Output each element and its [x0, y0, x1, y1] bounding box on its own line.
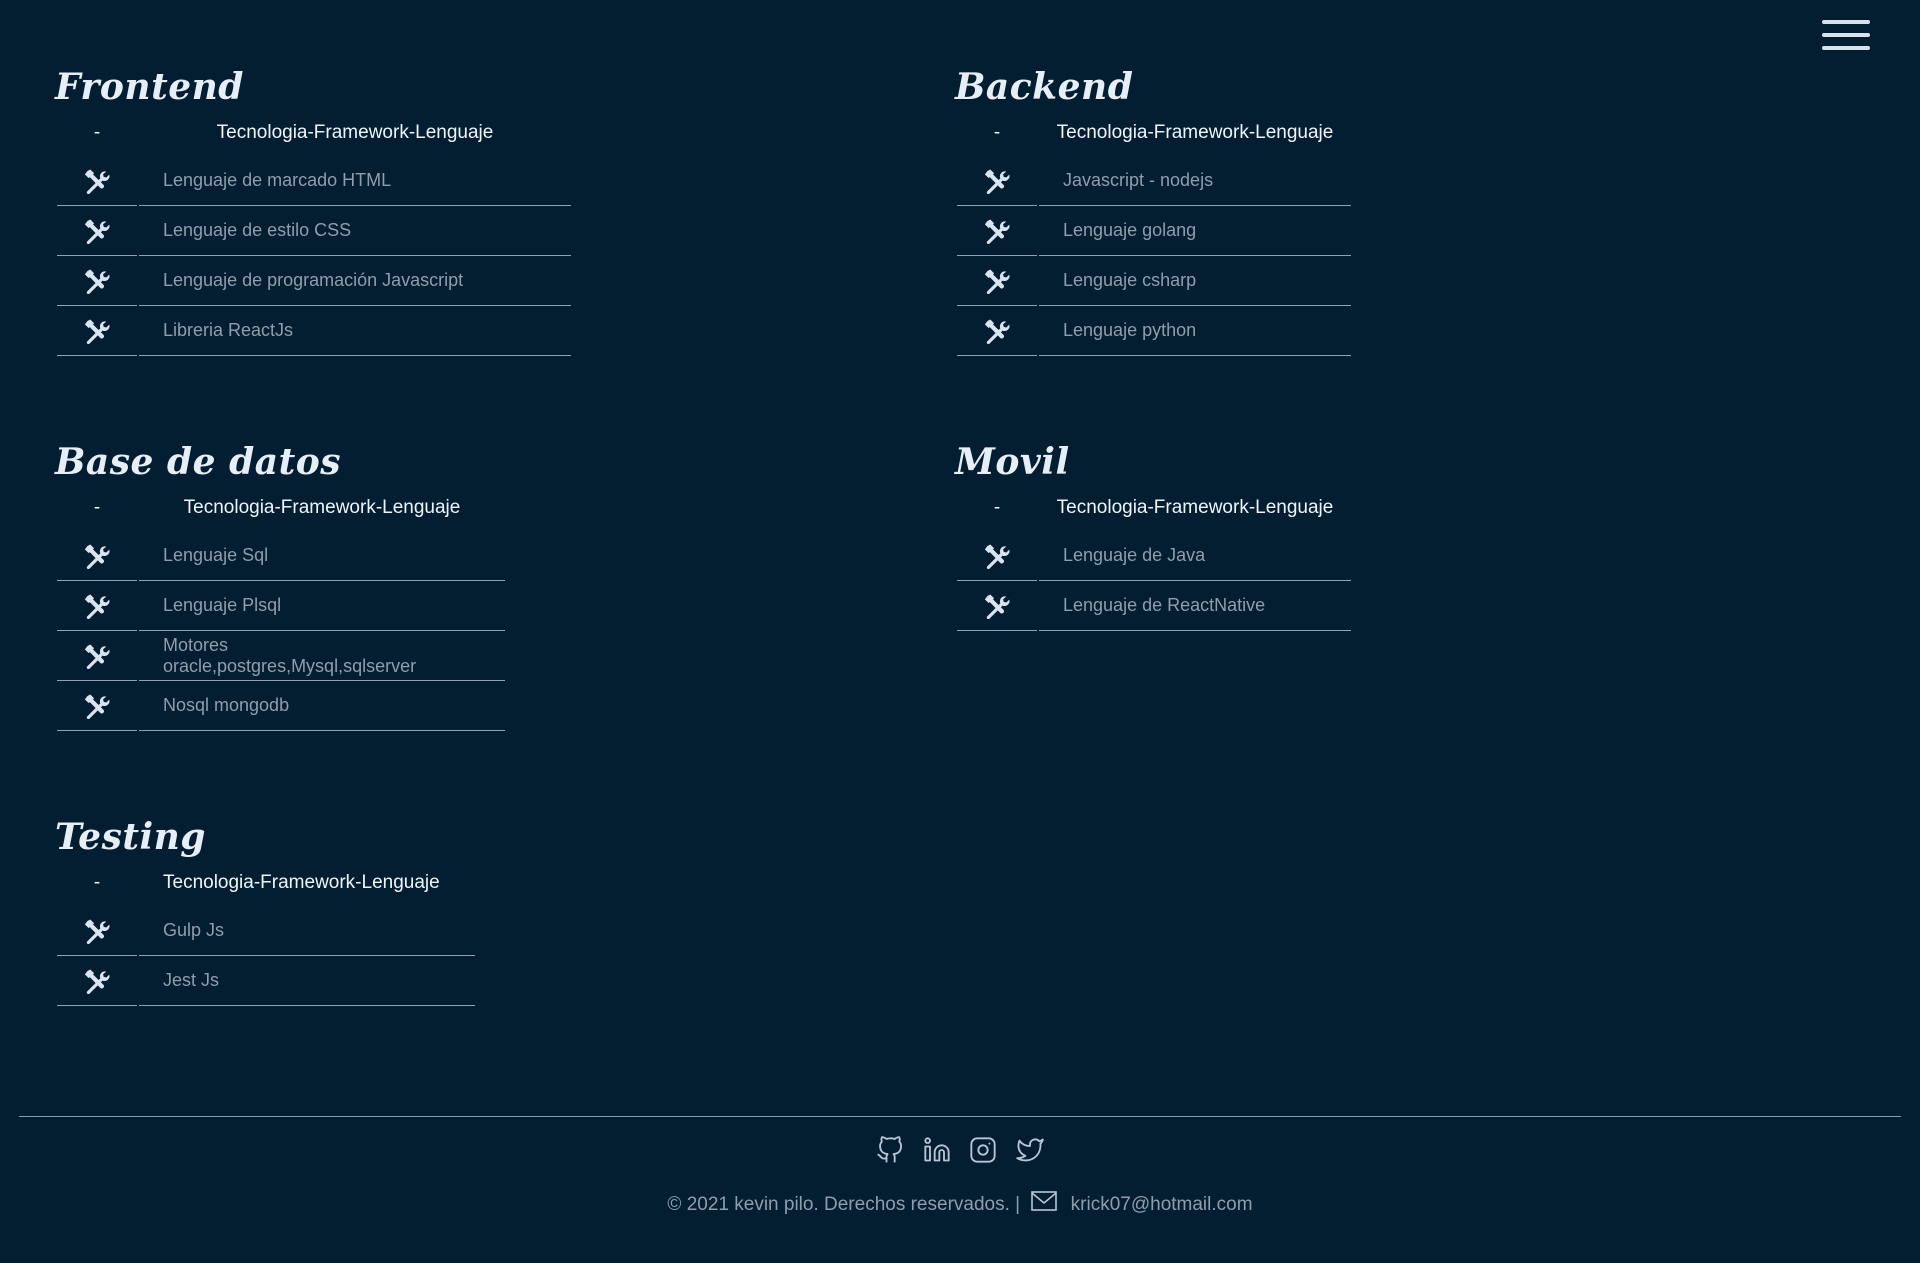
technology-name: Lenguaje de programación Javascript — [139, 256, 571, 306]
tools-icon — [57, 681, 137, 731]
technology-name: Jest Js — [139, 956, 475, 1006]
email-link[interactable]: krick07@hotmail.com — [1071, 1194, 1253, 1215]
technology-name: Lenguaje Sql — [139, 531, 505, 581]
table-row: Gulp Js — [57, 906, 475, 956]
header-technology: Tecnologia-Framework-Lenguaje — [1056, 122, 1334, 143]
header-technology: Tecnologia-Framework-Lenguaje — [183, 497, 461, 518]
footer-copyright: © 2021 kevin pilo. Derechos reservados. … — [0, 1190, 1920, 1216]
technology-name: Libreria ReactJs — [139, 306, 571, 356]
tools-icon — [57, 631, 137, 681]
technology-name: Motores oracle,postgres,Mysql,sqlserver — [139, 631, 505, 681]
technology-name: Lenguaje Plsql — [139, 581, 505, 631]
section-title-mobile: Movil — [955, 441, 1070, 483]
tools-icon — [957, 531, 1037, 581]
technology-name: Lenguaje golang — [1039, 206, 1351, 256]
menu-bar-top — [1822, 20, 1870, 24]
header-technology: Tecnologia-Framework-Lenguaje — [163, 872, 440, 893]
technology-name: Lenguaje de ReactNative — [1039, 581, 1351, 631]
tools-icon — [957, 306, 1037, 356]
section-backend: Backend - Tecnologia-Framework-Lenguaje … — [955, 66, 1353, 356]
database-table: - Tecnologia-Framework-Lenguaje Lenguaje… — [55, 495, 507, 731]
technology-name: Lenguaje de estilo CSS — [139, 206, 571, 256]
section-mobile: Movil - Tecnologia-Framework-Lenguaje Le… — [955, 441, 1353, 631]
technology-name: Lenguaje python — [1039, 306, 1351, 356]
technology-name: Javascript - nodejs — [1039, 156, 1351, 206]
header-dash: - — [93, 122, 101, 143]
technology-name: Gulp Js — [139, 906, 475, 956]
table-row: Lenguaje de marcado HTML — [57, 156, 571, 206]
hamburger-menu-icon[interactable] — [1822, 20, 1870, 54]
section-database: Base de datos - Tecnologia-Framework-Len… — [55, 441, 507, 731]
backend-table: - Tecnologia-Framework-Lenguaje Javascri… — [955, 120, 1353, 356]
footer-divider — [19, 1116, 1901, 1117]
table-row: Motores oracle,postgres,Mysql,sqlserver — [57, 631, 505, 681]
tools-icon — [957, 206, 1037, 256]
github-icon[interactable] — [876, 1136, 904, 1164]
header-technology: Tecnologia-Framework-Lenguaje — [216, 122, 494, 143]
table-row: Lenguaje csharp — [957, 256, 1351, 306]
table-row: Lenguaje de Java — [957, 531, 1351, 581]
table-row: Lenguaje Sql — [57, 531, 505, 581]
copyright-text: © 2021 kevin pilo. Derechos reservados. … — [667, 1194, 1021, 1215]
table-row: Lenguaje golang — [957, 206, 1351, 256]
table-row: Nosql mongodb — [57, 681, 505, 731]
table-row: Jest Js — [57, 956, 475, 1006]
technology-name: Lenguaje csharp — [1039, 256, 1351, 306]
section-title-backend: Backend — [955, 66, 1134, 108]
table-row: Lenguaje de estilo CSS — [57, 206, 571, 256]
tools-icon — [957, 581, 1037, 631]
table-row: Lenguaje python — [957, 306, 1351, 356]
section-title-frontend: Frontend — [55, 66, 244, 108]
testing-table: - Tecnologia-Framework-Lenguaje Gulp Js … — [55, 870, 477, 1006]
header-dash: - — [93, 872, 101, 893]
section-title-testing: Testing — [55, 816, 206, 858]
header-dash: - — [993, 122, 1001, 143]
tools-icon — [57, 906, 137, 956]
mobile-table: - Tecnologia-Framework-Lenguaje Lenguaje… — [955, 495, 1353, 631]
instagram-icon[interactable] — [969, 1136, 997, 1164]
section-frontend: Frontend - Tecnologia-Framework-Lenguaje… — [55, 66, 573, 356]
linkedin-icon[interactable] — [923, 1136, 951, 1164]
tools-icon — [57, 206, 137, 256]
tools-icon — [957, 156, 1037, 206]
mail-icon — [1031, 1190, 1058, 1212]
frontend-table: - Tecnologia-Framework-Lenguaje Lenguaje… — [55, 120, 573, 356]
section-title-database: Base de datos — [55, 441, 341, 483]
table-row: Lenguaje de programación Javascript — [57, 256, 571, 306]
tools-icon — [57, 256, 137, 306]
tools-icon — [57, 581, 137, 631]
technology-name: Lenguaje de Java — [1039, 531, 1351, 581]
header-dash: - — [993, 497, 1001, 518]
tools-icon — [57, 531, 137, 581]
technology-name: Lenguaje de marcado HTML — [139, 156, 571, 206]
tools-icon — [57, 156, 137, 206]
menu-bar-middle — [1822, 33, 1870, 37]
header-dash: - — [93, 497, 101, 518]
social-links — [0, 1136, 1920, 1164]
table-row: Lenguaje de ReactNative — [957, 581, 1351, 631]
header-technology: Tecnologia-Framework-Lenguaje — [1056, 497, 1334, 518]
tools-icon — [57, 956, 137, 1006]
twitter-icon[interactable] — [1015, 1136, 1044, 1164]
menu-bar-bottom — [1822, 46, 1870, 50]
table-row: Libreria ReactJs — [57, 306, 571, 356]
section-testing: Testing - Tecnologia-Framework-Lenguaje … — [55, 816, 477, 1006]
table-row: Javascript - nodejs — [957, 156, 1351, 206]
table-row: Lenguaje Plsql — [57, 581, 505, 631]
tools-icon — [957, 256, 1037, 306]
technology-name: Nosql mongodb — [139, 681, 505, 731]
tools-icon — [57, 306, 137, 356]
